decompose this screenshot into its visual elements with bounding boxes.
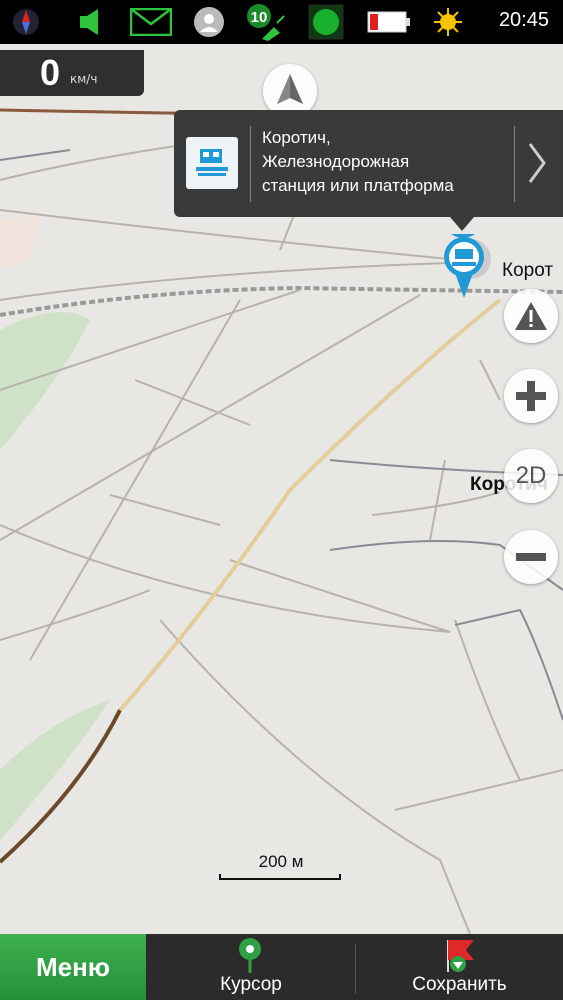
- poi-marker-railway-station[interactable]: [440, 198, 496, 304]
- poi-info-popup[interactable]: Коротич, Железнодорожная станция или пла…: [174, 110, 563, 231]
- speed-unit: км/ч: [70, 72, 98, 86]
- save-label: Сохранить: [412, 974, 507, 995]
- zoom-out-button[interactable]: [504, 530, 558, 584]
- plus-icon: [516, 381, 546, 411]
- zoom-in-button[interactable]: [504, 369, 558, 423]
- gps-status-icon: [308, 4, 344, 40]
- bottom-toolbar: Меню Курсор Сохранить: [0, 934, 563, 1000]
- poi-label: Корот: [502, 260, 554, 281]
- view-mode-label: 2D: [515, 462, 547, 489]
- menu-button[interactable]: Меню: [0, 934, 146, 1000]
- message-icon: [128, 4, 174, 40]
- save-button[interactable]: Сохранить: [356, 934, 563, 1000]
- battery-icon: [366, 4, 412, 40]
- railway-station-icon: [186, 137, 238, 189]
- status-bar: 10 20:45: [0, 0, 563, 44]
- warning-button[interactable]: [504, 289, 558, 343]
- minus-icon: [516, 553, 546, 561]
- sound-icon: [72, 4, 108, 40]
- popup-category-line1: Железнодорожная: [262, 152, 410, 171]
- popup-title: Коротич,: [262, 128, 331, 147]
- save-flag-icon: [447, 940, 474, 972]
- satellite-icon: 10: [244, 4, 288, 41]
- speed-value: 0: [40, 52, 61, 93]
- popup-category-line2: станция или платформа: [262, 176, 454, 195]
- location-pin-icon: [239, 938, 261, 973]
- view-mode-2d-button[interactable]: 2D: [504, 449, 558, 503]
- cursor-label: Курсор: [220, 974, 282, 995]
- chevron-right-icon[interactable]: [524, 138, 550, 192]
- svg-text:10: 10: [251, 9, 268, 26]
- speed-indicator: 0 км/ч: [0, 50, 144, 96]
- map-scale: 200 м: [219, 852, 343, 880]
- weather-sun-icon: [430, 4, 466, 40]
- scale-label: 200 м: [258, 852, 304, 871]
- contact-icon: [191, 4, 227, 40]
- cursor-button[interactable]: Курсор: [146, 934, 356, 1000]
- warning-icon: [515, 302, 547, 330]
- scale-bar: [219, 874, 341, 880]
- compass-icon: [8, 4, 44, 40]
- clock: 20:45: [498, 9, 549, 31]
